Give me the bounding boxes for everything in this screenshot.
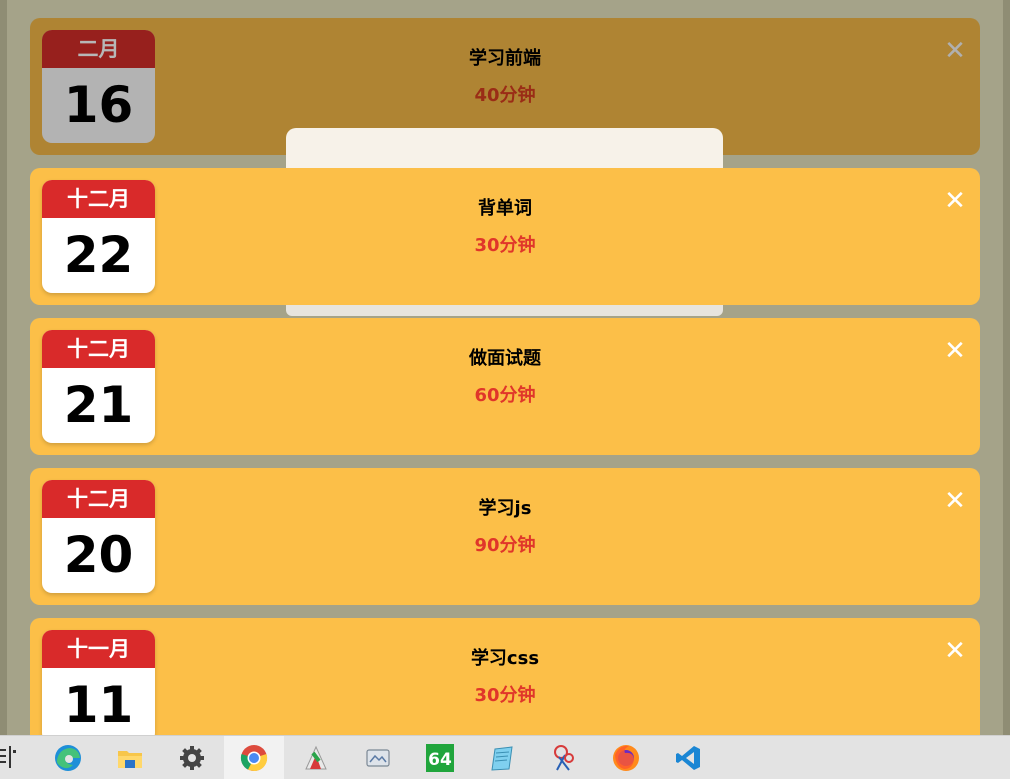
close-icon[interactable]: ✕ [944,188,966,214]
file-explorer-icon[interactable] [100,736,160,779]
task-title: 学习前端 [469,48,541,69]
close-icon[interactable]: ✕ [944,638,966,664]
task-duration: 30分钟 [474,235,536,256]
task-duration: 90分钟 [474,535,536,556]
settings-icon[interactable] [162,736,222,779]
task-duration: 60分钟 [474,385,536,406]
task-card[interactable]: 十二月 22 背单词 30分钟 ✕ [30,168,980,305]
edge-icon[interactable] [38,736,98,779]
close-icon[interactable]: ✕ [944,38,966,64]
task-title: 背单词 [478,198,532,219]
task-view-icon[interactable] [0,746,18,768]
task-title: 做面试题 [469,348,541,369]
firefox-icon[interactable] [596,736,656,779]
close-icon[interactable]: ✕ [944,488,966,514]
winrar-icon[interactable] [286,736,346,779]
taskbar: 64 [0,735,1010,779]
snipping-tool-icon[interactable] [534,736,594,779]
task-title: 学习css [470,648,540,669]
vscode-icon[interactable] [658,736,718,779]
close-icon[interactable]: ✕ [944,338,966,364]
task-duration: 40分钟 [474,85,536,106]
notepad-icon[interactable] [472,736,532,779]
aida64-icon[interactable]: 64 [410,736,470,779]
task-duration: 30分钟 [474,685,536,706]
task-card[interactable]: 十二月 21 做面试题 60分钟 ✕ [30,318,980,455]
screenshot-tool-icon[interactable] [348,736,408,779]
aida64-label: 64 [428,750,452,770]
chrome-icon[interactable] [224,736,284,779]
task-card[interactable]: 十二月 20 学习js 90分钟 ✕ [30,468,980,605]
task-title: 学习js [478,498,532,519]
